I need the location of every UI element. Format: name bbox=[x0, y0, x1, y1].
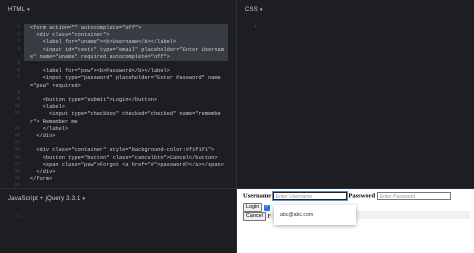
css-code-editor[interactable]: 1 bbox=[237, 20, 474, 188]
js-pane-title: JavaScript + jQuery 3.3.1 bbox=[8, 196, 81, 202]
code-line[interactable]: ="psw" required> bbox=[30, 82, 81, 90]
code-line[interactable]: </form> bbox=[30, 175, 52, 183]
css-pane-header[interactable]: CSS ▾ bbox=[237, 0, 474, 20]
login-button[interactable]: Login bbox=[243, 203, 263, 212]
autocomplete-suggestion[interactable]: abc@abc.com bbox=[280, 212, 313, 218]
cancel-button[interactable]: Cancel bbox=[243, 212, 266, 221]
css-pane-title: CSS bbox=[245, 7, 258, 13]
html-pane-title: HTML bbox=[8, 7, 26, 13]
html-pane-header[interactable]: HTML ▾ bbox=[0, 0, 236, 20]
username-input[interactable]: Enter Username bbox=[271, 191, 348, 201]
code-line[interactable]: <span class="psw">Forgot <a href="#">pas… bbox=[30, 161, 224, 169]
js-editor-pane: JavaScript + jQuery 3.3.1 ▾ 1 bbox=[0, 189, 236, 253]
autocomplete-dropdown[interactable]: abc@abc.com bbox=[274, 205, 356, 225]
chevron-down-icon[interactable]: ▾ bbox=[27, 7, 30, 13]
line-number: 1 bbox=[254, 25, 257, 30]
code-line[interactable]: e" name="uname" required autocomplete="o… bbox=[30, 53, 170, 61]
password-label: Password bbox=[348, 192, 376, 200]
chevron-down-icon[interactable]: ▾ bbox=[83, 196, 86, 202]
code-line[interactable]: </div> bbox=[30, 132, 55, 140]
forgot-text: F bbox=[267, 212, 272, 220]
css-editor-pane: CSS ▾ 1 bbox=[237, 0, 474, 188]
html-code-editor[interactable]: 1 <form action="" autocomplete="off"> 2 <d… bbox=[0, 20, 236, 188]
username-label: Username bbox=[243, 192, 272, 200]
js-code-editor[interactable]: 1 bbox=[0, 209, 236, 253]
js-pane-header[interactable]: JavaScript + jQuery 3.3.1 ▾ bbox=[0, 189, 236, 209]
remember-checkbox[interactable]: ✓ bbox=[263, 204, 270, 211]
html-editor-pane: HTML ▾ 1 <form action="" autocomplete="off… bbox=[0, 0, 236, 188]
password-input[interactable]: Enter Password bbox=[376, 192, 451, 200]
chevron-down-icon[interactable]: ▾ bbox=[260, 7, 263, 13]
line-number: 1 bbox=[17, 214, 20, 219]
